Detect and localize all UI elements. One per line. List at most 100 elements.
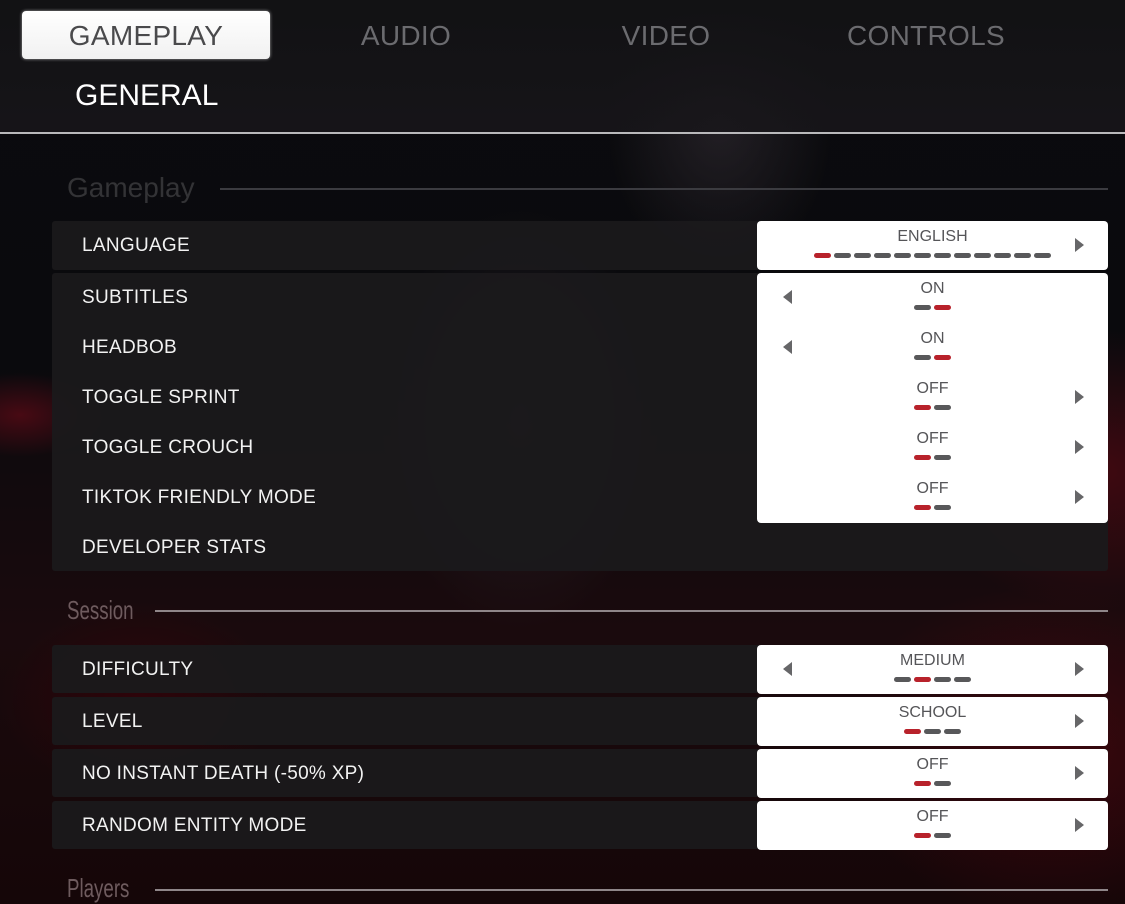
tab-controls[interactable]: CONTROLS: [802, 11, 1050, 59]
arrow-right-icon[interactable]: [1075, 238, 1084, 252]
option-segment: [894, 253, 911, 258]
section-divider: [220, 188, 1108, 190]
arrow-right-icon[interactable]: [1075, 662, 1084, 676]
arrow-right-icon[interactable]: [1075, 390, 1084, 404]
setting-selector[interactable]: SCHOOL: [757, 697, 1108, 746]
option-segment: [924, 729, 941, 734]
setting-row-subtitles: SUBTITLES ON: [52, 273, 1108, 323]
section-divider: [155, 610, 1108, 612]
option-segment: [944, 729, 961, 734]
setting-label: NO INSTANT DEATH (-50% XP): [82, 763, 365, 784]
setting-row-toggle-sprint: TOGGLE SPRINT OFF: [52, 373, 1108, 423]
setting-row-developer-stats[interactable]: DEVELOPER STATS: [52, 523, 1108, 571]
setting-selector[interactable]: OFF: [757, 423, 1108, 473]
option-segment: [934, 455, 951, 460]
setting-label: HEADBOB: [82, 337, 178, 358]
setting-value: OFF: [916, 808, 949, 825]
setting-row-difficulty: DIFFICULTY MEDIUM: [52, 645, 1108, 694]
option-segment: [1034, 253, 1051, 258]
setting-value: OFF: [916, 430, 949, 447]
arrow-left-icon[interactable]: [783, 662, 792, 676]
option-segment: [894, 677, 911, 682]
tab-audio[interactable]: AUDIO: [282, 11, 530, 59]
option-segment: [854, 253, 871, 258]
setting-row-tiktok-friendly-mode: TIKTOK FRIENDLY MODE OFF: [52, 473, 1108, 523]
option-segment: [934, 781, 951, 786]
option-segment: [954, 253, 971, 258]
setting-label: TIKTOK FRIENDLY MODE: [82, 487, 317, 508]
option-segment: [914, 355, 931, 360]
setting-selector[interactable]: ENGLISH: [757, 221, 1108, 270]
setting-label: LEVEL: [82, 711, 143, 732]
option-segment: [934, 405, 951, 410]
option-indicator: [757, 253, 1108, 258]
setting-row-toggle-crouch: TOGGLE CROUCH OFF: [52, 423, 1108, 473]
tab-gameplay[interactable]: GAMEPLAY: [22, 11, 270, 59]
setting-value: OFF: [916, 480, 949, 497]
setting-row-no-instant-death: NO INSTANT DEATH (-50% XP) OFF: [52, 749, 1108, 798]
option-segment-selected: [914, 505, 931, 510]
setting-value: ON: [920, 330, 945, 347]
setting-label: DEVELOPER STATS: [82, 537, 267, 558]
arrow-right-icon[interactable]: [1075, 714, 1084, 728]
setting-label: TOGGLE SPRINT: [82, 387, 240, 408]
option-segment: [914, 305, 931, 310]
option-segment: [874, 253, 891, 258]
setting-selector[interactable]: OFF: [757, 749, 1108, 798]
arrow-right-icon[interactable]: [1075, 490, 1084, 504]
setting-value: ON: [920, 280, 945, 297]
setting-selector[interactable]: OFF: [757, 801, 1108, 850]
setting-value: SCHOOL: [898, 704, 967, 721]
setting-row-random-entity-mode: RANDOM ENTITY MODE OFF: [52, 801, 1108, 850]
setting-label: TOGGLE CROUCH: [82, 437, 254, 458]
option-segment: [934, 253, 951, 258]
settings-header: GAMEPLAY AUDIO VIDEO CONTROLS GENERAL: [0, 0, 1125, 134]
option-segment-selected: [914, 455, 931, 460]
option-indicator: [757, 505, 1108, 510]
option-indicator: [757, 729, 1108, 734]
option-segment-selected: [914, 677, 931, 682]
option-indicator: [757, 677, 1108, 682]
tab-video[interactable]: VIDEO: [542, 11, 790, 59]
arrow-left-icon[interactable]: [783, 290, 792, 304]
setting-label: LANGUAGE: [82, 235, 190, 256]
setting-selector[interactable]: OFF: [757, 373, 1108, 423]
option-segment: [934, 833, 951, 838]
subtab-general[interactable]: GENERAL: [75, 78, 218, 114]
arrow-right-icon[interactable]: [1075, 818, 1084, 832]
option-indicator: [757, 455, 1108, 460]
arrow-right-icon[interactable]: [1075, 440, 1084, 454]
setting-row-language: LANGUAGE ENGLISH: [52, 221, 1108, 270]
option-segment: [834, 253, 851, 258]
arrow-right-icon[interactable]: [1075, 766, 1084, 780]
option-indicator: [757, 781, 1108, 786]
option-segment: [994, 253, 1011, 258]
setting-value: ENGLISH: [897, 228, 968, 245]
setting-value: MEDIUM: [900, 652, 965, 669]
option-indicator: [757, 833, 1108, 838]
setting-row-level: LEVEL SCHOOL: [52, 697, 1108, 746]
setting-row-headbob: HEADBOB ON: [52, 323, 1108, 373]
option-indicator: [757, 305, 1108, 310]
arrow-left-icon[interactable]: [783, 340, 792, 354]
setting-label: RANDOM ENTITY MODE: [82, 815, 307, 836]
option-segment: [934, 677, 951, 682]
option-segment-selected: [914, 405, 931, 410]
setting-selector[interactable]: OFF: [757, 473, 1108, 523]
section-title-players: Players: [67, 873, 130, 903]
setting-label: SUBTITLES: [82, 287, 189, 308]
option-indicator: [757, 355, 1108, 360]
option-segment-selected: [904, 729, 921, 734]
setting-value: OFF: [916, 756, 949, 773]
setting-selector[interactable]: ON: [757, 273, 1108, 323]
option-segment-selected: [914, 833, 931, 838]
option-segment: [1014, 253, 1031, 258]
section-title-gameplay: Gameplay: [67, 172, 195, 203]
setting-selector[interactable]: MEDIUM: [757, 645, 1108, 694]
option-segment: [954, 677, 971, 682]
setting-selector[interactable]: ON: [757, 323, 1108, 373]
setting-label: DIFFICULTY: [82, 659, 194, 680]
option-indicator: [757, 405, 1108, 410]
section-title-session: Session: [67, 595, 134, 625]
option-segment-selected: [914, 781, 931, 786]
